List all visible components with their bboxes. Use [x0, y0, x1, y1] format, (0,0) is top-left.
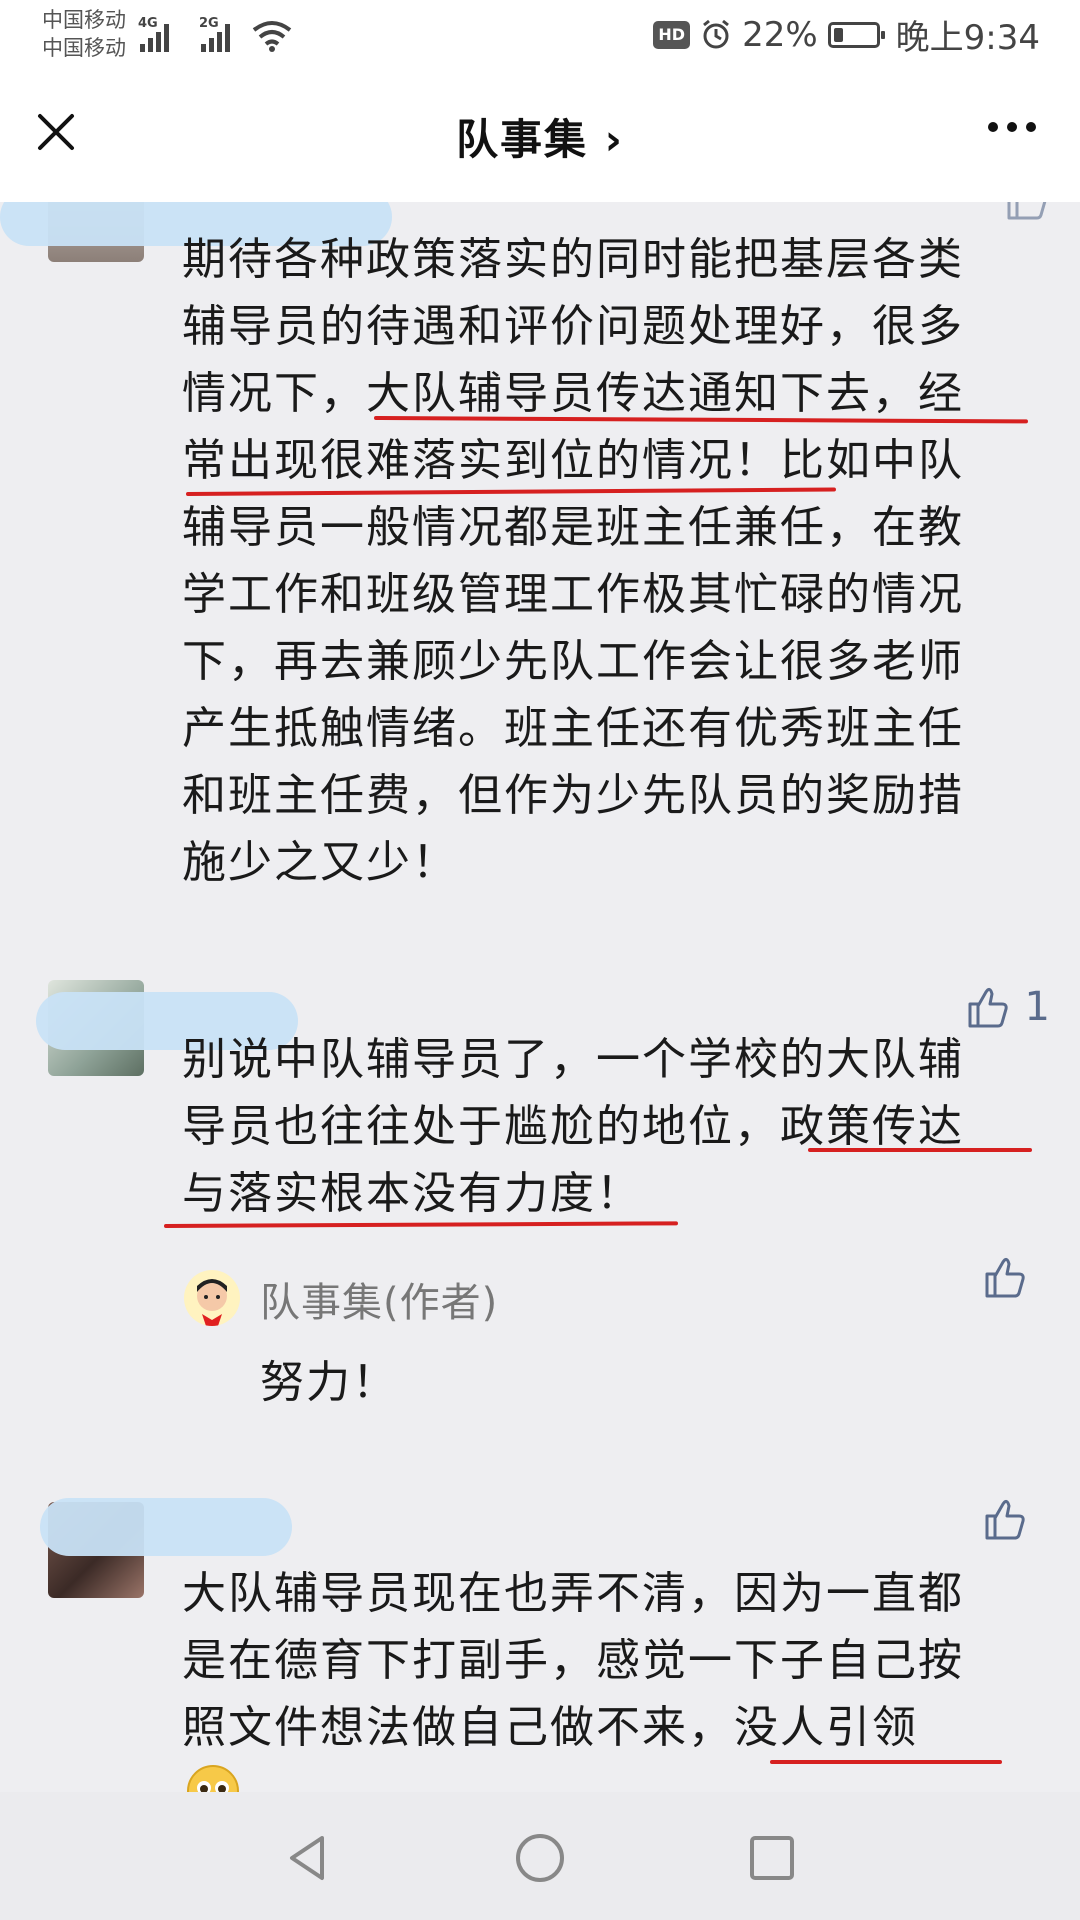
- thumbs-up-icon: [1007, 202, 1047, 220]
- system-nav-bar: [0, 1792, 1080, 1920]
- like-button[interactable]: 1: [965, 984, 1050, 1030]
- comment-line: 产生抵触情绪。班主任还有优秀班主任: [182, 703, 964, 754]
- battery-icon: [827, 21, 885, 48]
- recents-square-icon[interactable]: [744, 1830, 800, 1886]
- highlight-underline: [808, 1148, 1032, 1152]
- comment-line: 是在德育下打副手，感觉一下子自己按: [182, 1635, 964, 1686]
- comment-line: 期待各种政策落实的同时能把基层各类: [182, 234, 964, 285]
- like-count: 1: [1024, 984, 1050, 1030]
- comment-text: 期待各种政策落实的同时能把基层各类 辅导员的待遇和评价问题处理好，很多 情况下，…: [182, 226, 1042, 896]
- comment-line: 与落实根本没有力度！: [182, 1168, 642, 1219]
- signal-2g-icon: 2G: [199, 16, 230, 52]
- signal-4g-icon: 4G: [138, 16, 169, 52]
- reply-like-button[interactable]: [982, 1254, 1028, 1300]
- more-icon[interactable]: [988, 122, 1036, 132]
- thumbs-up-icon: [968, 987, 1008, 1028]
- reply-text: 努力！: [260, 1357, 398, 1408]
- clock: 晚上9:34: [895, 18, 1040, 58]
- network-type-2: 2G: [199, 16, 219, 31]
- hd-icon: HD: [653, 20, 691, 49]
- thumbs-up-icon: [985, 1257, 1025, 1298]
- alarm-icon: [703, 19, 729, 48]
- back-triangle-icon[interactable]: [280, 1830, 336, 1886]
- wifi-icon: [252, 21, 292, 52]
- carrier-2: 中国移动: [42, 36, 126, 60]
- reply-author-name[interactable]: 队事集(作者): [260, 1270, 498, 1328]
- comment-line: 施少之又少！: [182, 837, 458, 888]
- comment-line: 照文件想法做自己做不来，没人引领: [182, 1702, 918, 1753]
- author-avatar-icon: [197, 1279, 227, 1326]
- app-header: 队事集 ›: [0, 74, 1080, 202]
- signal-indicators: 4G 2G: [138, 14, 292, 52]
- highlight-underline: [770, 1760, 1002, 1764]
- home-circle-icon[interactable]: [512, 1830, 568, 1886]
- author-avatar[interactable]: [184, 1270, 240, 1326]
- battery-percent: 22%: [742, 14, 818, 55]
- comment-line: 和班主任费，但作为少先队员的奖励措: [182, 770, 964, 821]
- status-bar: 中国移动 中国移动 4G 2G HD 22% 晚上9:34: [0, 0, 1080, 74]
- carrier-1: 中国移动: [42, 8, 126, 32]
- comment-text: 别说中队辅导员了，一个学校的大队辅 导员也往往处于尴尬的地位，政策传达 与落实根…: [182, 1026, 1042, 1227]
- comment-line: 大队辅导员现在也弄不清，因为一直都: [182, 1568, 964, 1619]
- thumbs-up-icon: [985, 1499, 1025, 1540]
- worried-face-emoji: [187, 1765, 239, 1792]
- comment-line: 辅导员的待遇和评价问题处理好，很多: [182, 301, 964, 352]
- comment-line: 下，再去兼顾少先队工作会让很多老师: [182, 636, 964, 687]
- network-type-1: 4G: [138, 16, 158, 31]
- comment-line: 常出现很难落实到位的情况！比如中队: [182, 435, 964, 486]
- status-right: HD 22% 晚上9:34: [653, 10, 1040, 59]
- name-blur: [40, 1498, 292, 1556]
- carrier-label: 中国移动 中国移动: [42, 6, 126, 62]
- comment-line: 别说中队辅导员了，一个学校的大队辅: [182, 1034, 964, 1085]
- comment-list[interactable]: 期待各种政策落实的同时能把基层各类 辅导员的待遇和评价问题处理好，很多 情况下，…: [0, 202, 1080, 1792]
- comment-text: 大队辅导员现在也弄不清，因为一直都 是在德育下打副手，感觉一下子自己按 照文件想…: [182, 1560, 1042, 1761]
- comment-line: 学工作和班级管理工作极其忙碌的情况: [182, 569, 964, 620]
- page-title[interactable]: 队事集 ›: [0, 106, 1080, 167]
- comment-line: 辅导员一般情况都是班主任兼任，在教: [182, 502, 964, 553]
- like-button[interactable]: [982, 1496, 1028, 1542]
- like-button[interactable]: [1004, 202, 1050, 222]
